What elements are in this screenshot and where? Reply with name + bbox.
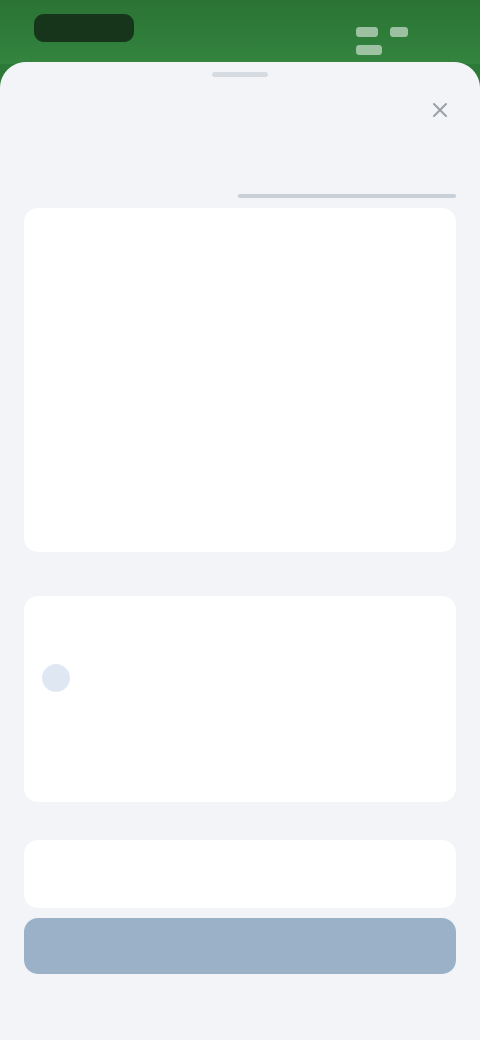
detail-row[interactable]: [42, 296, 438, 336]
assignee-item[interactable]: [42, 660, 438, 716]
status-time-pill: [34, 14, 134, 42]
avatar: [42, 664, 70, 692]
drag-handle[interactable]: [212, 72, 268, 77]
battery-icon: [356, 45, 382, 55]
active-tab-indicator: [238, 194, 456, 198]
tab-history[interactable]: [238, 158, 456, 198]
status-bar: [0, 0, 480, 64]
bottom-sheet: [0, 62, 480, 1040]
signal-icon: [356, 27, 378, 37]
tab-bar: [24, 150, 456, 204]
details-card: [24, 208, 456, 552]
detail-row[interactable]: [42, 228, 438, 268]
close-button[interactable]: [426, 96, 454, 124]
wifi-icon: [390, 27, 409, 37]
tab-details[interactable]: [24, 158, 230, 198]
primary-action-button[interactable]: [24, 918, 456, 974]
detail-row[interactable]: [42, 364, 438, 404]
category-card[interactable]: [24, 840, 456, 908]
status-indicators: [356, 24, 446, 55]
assignees-card: [24, 596, 456, 802]
close-icon: [433, 103, 447, 117]
